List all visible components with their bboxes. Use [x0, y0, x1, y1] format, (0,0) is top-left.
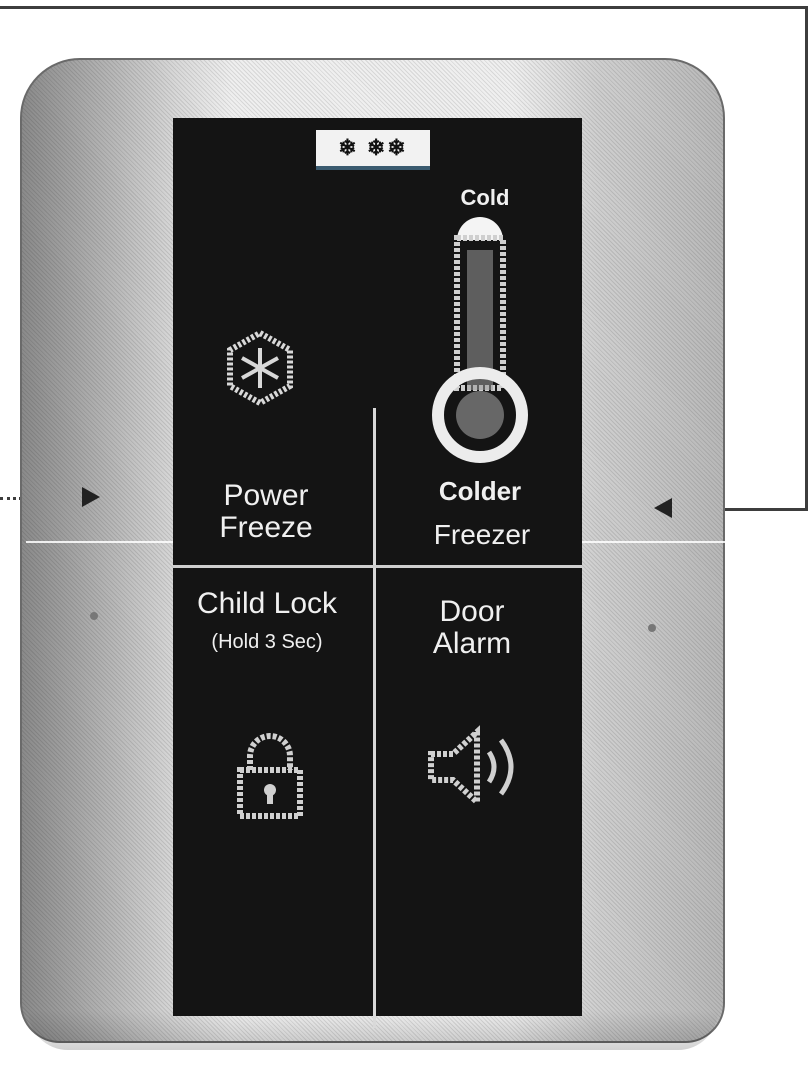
door-alarm-button[interactable]: Door Alarm [402, 596, 542, 659]
bezel-dot-left [90, 612, 98, 620]
control-panel-diagram: ❄ ❄❄ Cold Power Freeze Colder Freezer Ch… [0, 0, 811, 1077]
freezer-mode-badge: ❄ ❄❄ [316, 130, 430, 170]
power-freeze-button[interactable]: Power Freeze [196, 480, 336, 543]
arrow-left-icon [82, 487, 100, 507]
child-lock-button[interactable]: Child Lock [172, 588, 362, 620]
callout-line-right-vertical [805, 6, 808, 511]
thermometer-icon [432, 217, 528, 463]
panel-divider-vertical [373, 408, 376, 1028]
child-lock-hint: (Hold 3 Sec) [211, 631, 323, 653]
arrow-right-icon [654, 498, 672, 518]
callout-line-top [0, 6, 807, 9]
lock-icon [237, 733, 303, 819]
colder-label: Colder [438, 476, 522, 506]
snowflake-icon [227, 330, 293, 406]
panel-divider-horizontal [173, 565, 582, 568]
bezel-dot-right [648, 624, 656, 632]
thermometer-top-label: Cold [460, 185, 510, 210]
freezer-temp-button[interactable]: Freezer [402, 520, 562, 550]
speaker-icon [428, 725, 514, 809]
